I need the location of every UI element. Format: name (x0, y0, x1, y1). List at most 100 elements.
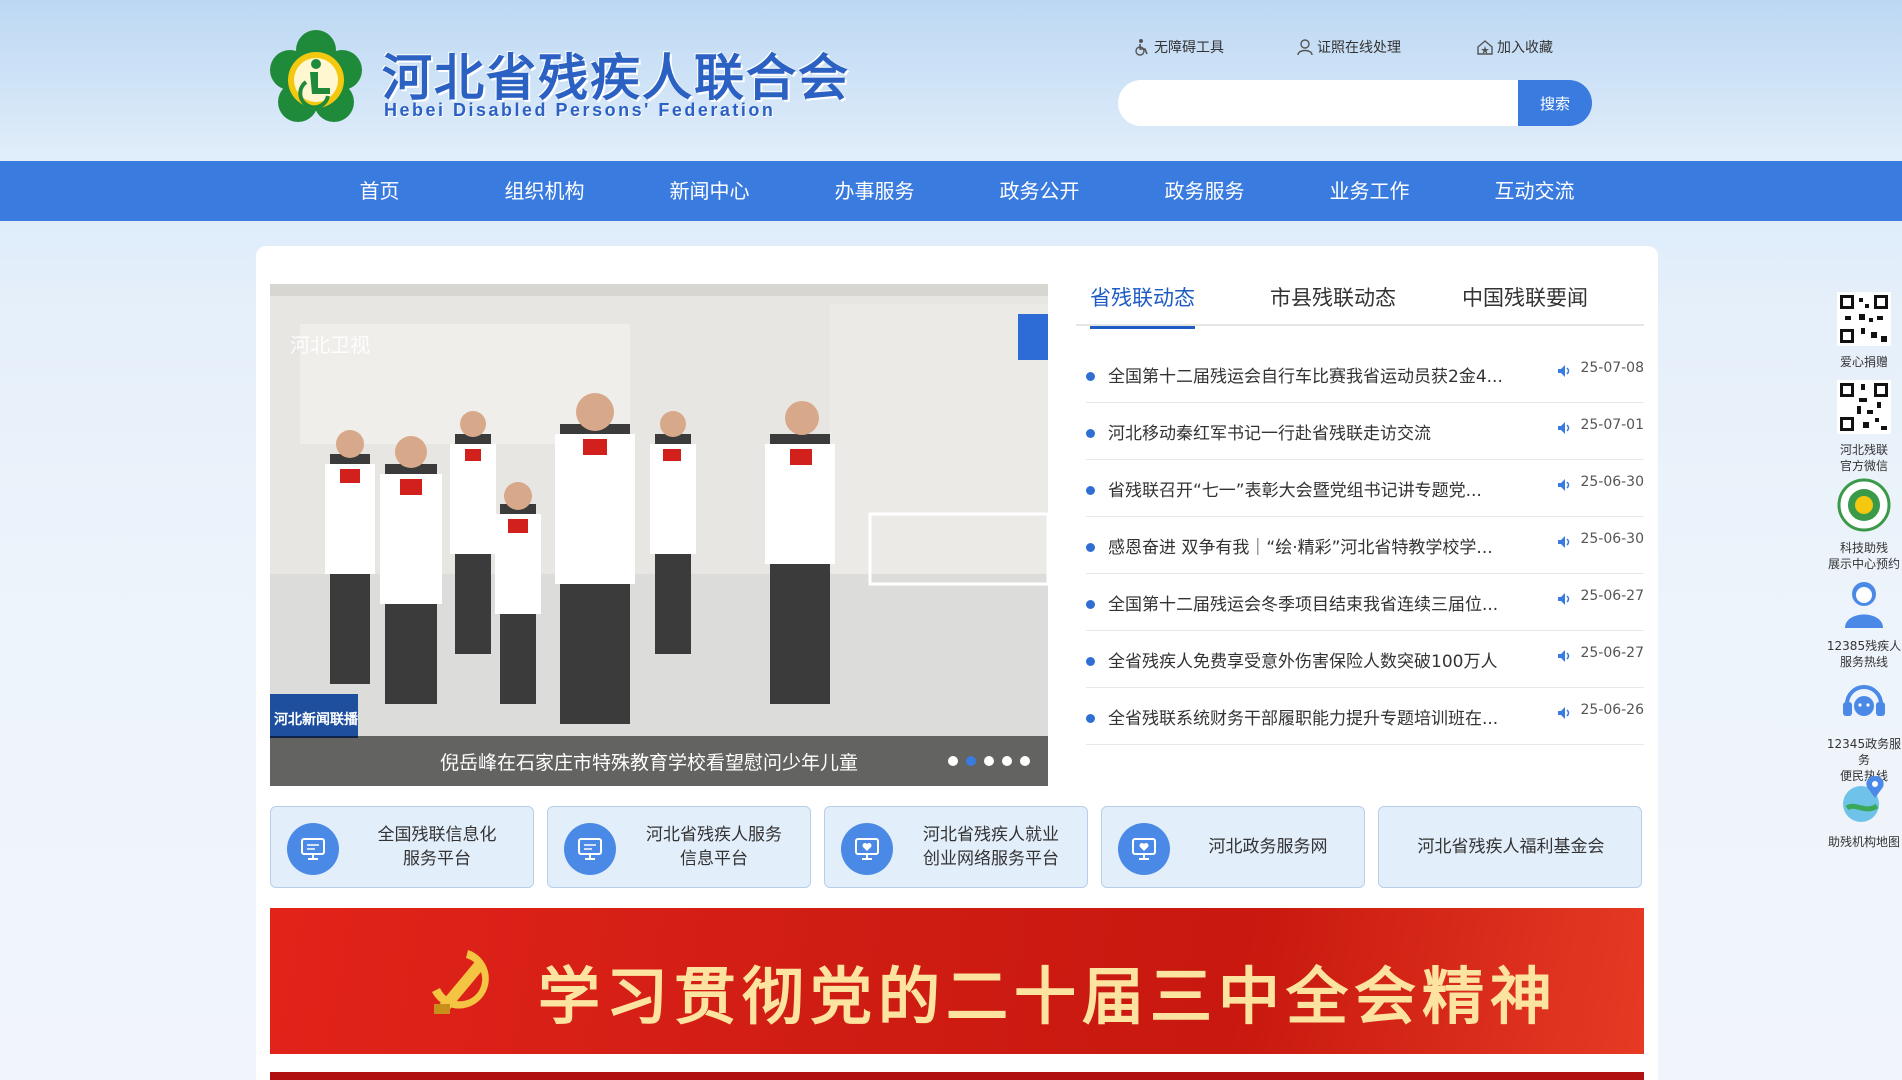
qr-code-icon (1837, 380, 1891, 434)
news-title[interactable]: 省残联召开“七一”表彰大会暨党组书记讲专题党... (1108, 476, 1528, 501)
search-button[interactable]: 搜索 (1518, 80, 1592, 126)
accessibility-icon (1135, 39, 1148, 56)
platform-card-line1: 河北省残疾人就业 (923, 825, 1059, 845)
bullet-icon (1086, 600, 1095, 609)
side-item-donate[interactable]: 爱心捐赠 (1826, 292, 1902, 370)
slider-caption[interactable]: 倪岳峰在石家庄市特殊教育学校看望慰问少年儿童 (440, 748, 858, 775)
news-date: 25-06-27 (1580, 588, 1644, 604)
nav-government-services[interactable]: 政务服务 (1122, 161, 1287, 221)
main-content: 河北卫视 河北新闻联播 倪岳峰在石家庄市特殊教育学校看望慰问少年儿童 省残联动态… (256, 246, 1658, 1080)
speaker-icon[interactable] (1556, 704, 1574, 722)
news-item[interactable]: 河北移动秦红军书记一行赴省残联走访交流 25-07-01 (1086, 403, 1644, 460)
side-item-label: 12385残疾人 (1826, 639, 1902, 653)
tab-national-news[interactable]: 中国残联要闻 (1462, 282, 1588, 326)
platform-card-line1: 全国残联信息化 (377, 825, 497, 845)
platform-card-line2: 信息平台 (680, 849, 748, 869)
slider-watermark: 河北卫视 (290, 333, 370, 357)
study-banner[interactable]: 学习贯彻党的二十届三中全会精神 (270, 908, 1644, 1054)
user-icon (1297, 39, 1313, 56)
site-subtitle: Hebei Disabled Persons' Federation (384, 100, 776, 120)
news-item[interactable]: 全省残联系统财务干部履职能力提升专题培训班在... 25-06-26 (1086, 688, 1644, 745)
bullet-icon (1086, 657, 1095, 666)
nav-services[interactable]: 办事服务 (792, 161, 957, 221)
accessibility-tool-link[interactable]: 无障碍工具 (1133, 37, 1224, 57)
bullet-icon (1086, 372, 1095, 381)
side-item-label: 河北残联 (1839, 443, 1888, 457)
slider-photo[interactable]: 河北卫视 河北新闻联播 (270, 284, 1048, 786)
news-title[interactable]: 感恩奋进 双争有我｜“绘·精彩”河北省特教学校学... (1108, 533, 1528, 558)
side-item-label: 服务热线 (1839, 655, 1888, 669)
slider-dot[interactable] (984, 756, 994, 766)
search-input[interactable] (1118, 80, 1518, 126)
badge-icon (1837, 478, 1891, 532)
license-online-link[interactable]: 证照在线处理 (1296, 37, 1401, 57)
banner-text: 学习贯彻党的二十届三中全会精神 (538, 960, 1559, 1033)
platform-card-label: 河北省残疾人就业 创业网络服务平台 (911, 823, 1071, 871)
side-item-tech-center[interactable]: 科技助残 展示中心预约 (1826, 478, 1902, 572)
slider-dot[interactable] (1020, 756, 1030, 766)
side-item-map[interactable]: 助残机构地图 (1826, 772, 1902, 850)
news-title[interactable]: 全省残联系统财务干部履职能力提升专题培训班在... (1108, 704, 1528, 729)
federation-logo-icon[interactable] (270, 30, 362, 126)
news-item[interactable]: 省残联召开“七一”表彰大会暨党组书记讲专题党... 25-06-30 (1086, 460, 1644, 517)
add-favorite-link[interactable]: 加入收藏 (1476, 37, 1553, 57)
nav-interaction[interactable]: 互动交流 (1452, 161, 1617, 221)
program-badge: 河北新闻联播 (274, 711, 359, 728)
platform-card-employment[interactable]: 河北省残疾人就业 创业网络服务平台 (824, 806, 1088, 888)
speaker-icon[interactable] (1556, 533, 1574, 551)
news-item[interactable]: 全省残疾人免费享受意外伤害保险人数突破100万人 25-06-27 (1086, 631, 1644, 688)
accessibility-tool-label: 无障碍工具 (1154, 40, 1224, 56)
next-banner-strip (270, 1072, 1644, 1080)
tab-city-county-news[interactable]: 市县残联动态 (1270, 282, 1396, 326)
side-item-12385[interactable]: 12385残疾人 服务热线 (1826, 576, 1902, 670)
platform-card-gov-service[interactable]: 河北政务服务网 (1101, 806, 1365, 888)
monitor-icon (564, 823, 616, 875)
site-header: 河北省残疾人联合会 Hebei Disabled Persons' Federa… (0, 0, 1902, 161)
nav-news-center[interactable]: 新闻中心 (627, 161, 792, 221)
platform-card-label: 河北省残疾人服务 信息平台 (634, 823, 794, 871)
side-item-label: 12345政务服务 (1826, 737, 1902, 767)
side-item-12345[interactable]: 12345政务服务 便民热线 (1826, 674, 1902, 784)
speaker-icon[interactable] (1556, 362, 1574, 380)
news-title[interactable]: 全省残疾人免费享受意外伤害保险人数突破100万人 (1108, 647, 1528, 672)
nav-government-affairs[interactable]: 政务公开 (957, 161, 1122, 221)
news-item[interactable]: 全国第十二届残运会冬季项目结束我省连续三届位... 25-06-27 (1086, 574, 1644, 631)
slider-dot[interactable] (948, 756, 958, 766)
news-title[interactable]: 全国第十二届残运会自行车比赛我省运动员获2金4... (1108, 362, 1528, 387)
speaker-icon[interactable] (1556, 647, 1574, 665)
headset-icon (1843, 685, 1885, 716)
bullet-icon (1086, 429, 1095, 438)
platform-card-label: 全国残联信息化 服务平台 (357, 823, 517, 871)
platform-card-national-info[interactable]: 全国残联信息化 服务平台 (270, 806, 534, 888)
platform-card-line1: 河北省残疾人服务 (646, 825, 782, 845)
news-item[interactable]: 感恩奋进 双争有我｜“绘·精彩”河北省特教学校学... 25-06-30 (1086, 517, 1644, 574)
platform-card-line2: 服务平台 (403, 849, 471, 869)
bullet-icon (1086, 543, 1095, 552)
news-slider[interactable]: 河北卫视 河北新闻联播 倪岳峰在石家庄市特殊教育学校看望慰问少年儿童 (270, 284, 1048, 786)
side-item-label: 助残机构地图 (1827, 835, 1900, 849)
license-online-label: 证照在线处理 (1317, 40, 1401, 56)
platform-card-welfare-foundation[interactable]: 河北省残疾人福利基金会 (1378, 806, 1642, 888)
nav-home[interactable]: 首页 (297, 161, 462, 221)
tab-provincial-news[interactable]: 省残联动态 (1090, 282, 1195, 329)
speaker-icon[interactable] (1556, 476, 1574, 494)
nav-business-work[interactable]: 业务工作 (1287, 161, 1452, 221)
side-item-wechat[interactable]: 河北残联 官方微信 (1826, 380, 1902, 474)
news-list: 全国第十二届残运会自行车比赛我省运动员获2金4... 25-07-08 河北移动… (1086, 346, 1644, 745)
speaker-icon[interactable] (1556, 419, 1574, 437)
slider-dot[interactable] (1002, 756, 1012, 766)
platform-card-hebei-service[interactable]: 河北省残疾人服务 信息平台 (547, 806, 811, 888)
qr-code-icon (1837, 292, 1891, 346)
slider-caption-bar: 倪岳峰在石家庄市特殊教育学校看望慰问少年儿童 (270, 736, 1048, 786)
news-date: 25-06-27 (1580, 645, 1644, 661)
news-title[interactable]: 全国第十二届残运会冬季项目结束我省连续三届位... (1108, 590, 1528, 615)
slider-dot-active[interactable] (966, 756, 976, 766)
main-nav: 首页 组织机构 新闻中心 办事服务 政务公开 政务服务 业务工作 互动交流 (0, 161, 1902, 221)
news-item[interactable]: 全国第十二届残运会自行车比赛我省运动员获2金4... 25-07-08 (1086, 346, 1644, 403)
news-title[interactable]: 河北移动秦红军书记一行赴省残联走访交流 (1108, 419, 1528, 444)
speaker-icon[interactable] (1556, 590, 1574, 608)
heart-monitor-icon (841, 823, 893, 875)
news-date: 25-06-26 (1580, 702, 1644, 718)
nav-organization[interactable]: 组织机构 (462, 161, 627, 221)
platform-card-line2: 创业网络服务平台 (923, 849, 1059, 869)
